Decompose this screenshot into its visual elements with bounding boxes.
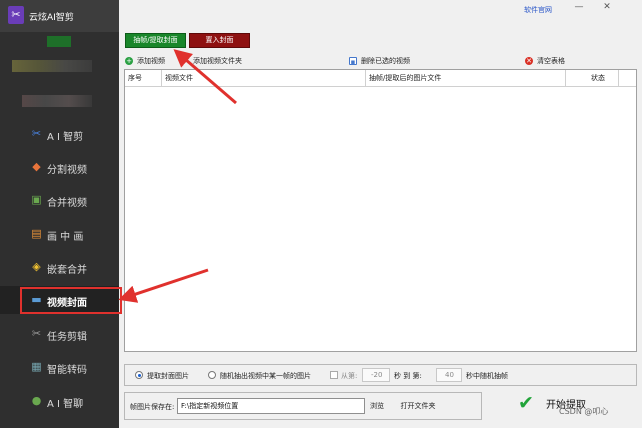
clear-table-label: 清空表格 [537,57,565,65]
add-video-button[interactable]: + 添加视频 [125,55,165,67]
open-folder-button[interactable]: 打开文件夹 [393,398,443,414]
column-header-output-file[interactable]: 抽帧/提取后的图片文件 [365,70,565,87]
save-path-label: 帧图片保存在: [130,403,175,411]
sidebar-item-label: 合并视频 [47,198,87,209]
app-title-bar: ✂ 云炫AI智剪 [0,0,119,32]
app-logo-icon: ✂ [8,6,24,24]
random-seconds-label: 秒中随机抽帧 [466,372,508,380]
checkmark-icon: ✔ [518,392,534,414]
task-edit-icon: ✂ [31,327,42,340]
sidebar-item-smart-transcode[interactable]: ▦ 智能转码 [0,353,119,381]
save-path-panel: 帧图片保存在: F:\指定新视频位置 浏览 打开文件夹 [124,392,482,420]
column-header-blank [618,70,636,87]
extract-cover-button[interactable]: 抽帧/提取封面 [125,33,186,48]
delete-icon: ▪ [349,57,357,66]
extract-cover-radio[interactable] [135,371,143,379]
import-cover-button[interactable]: 置入封面 [189,33,250,48]
split-video-icon: ◆ [32,160,41,173]
browse-button[interactable]: 浏览 [367,398,387,414]
sidebar-item-label: 任务剪辑 [47,332,87,343]
sidebar-item-nested-merge[interactable]: ◈ 嵌套合并 [0,253,119,281]
merge-video-icon: ▣ [31,193,42,206]
delete-selected-label: 删除已选的视频 [361,57,410,65]
clear-icon: ✕ [525,57,533,65]
ai-scissors-icon: ✂ [31,127,42,140]
extract-cover-label: 提取封面图片 [147,372,189,380]
sidebar-item-merge-video[interactable]: ▣ 合并视频 [0,186,119,214]
column-header-status[interactable]: 状态 [565,70,618,87]
random-frame-radio[interactable] [208,371,216,379]
watermark: CSDN @叩心 [559,407,609,416]
smart-transcode-icon: ▦ [31,360,42,373]
minimize-icon[interactable]: — [574,2,584,12]
sidebar-item-split-video[interactable]: ◆ 分割视频 [0,153,119,181]
close-icon[interactable]: ✕ [602,2,612,12]
save-path-input[interactable]: F:\指定新视频位置 [177,398,365,414]
column-header-video-file[interactable]: 视频文件 [161,70,365,87]
sidebar-item-picture-in-picture[interactable]: ▤ 画 中 画 [0,220,119,248]
annotation-highlight-box [20,287,122,314]
app-name: 云炫AI智剪 [29,13,74,23]
clear-table-button[interactable]: ✕ 清空表格 [525,55,565,67]
column-header-index[interactable]: 序号 [125,70,161,87]
from-seconds-input[interactable]: -20 [362,368,390,382]
ai-chat-icon: ● [31,394,42,407]
sidebar-item-label: A I 智聊 [47,399,84,410]
random-frame-label: 随机抽出视频中某一帧的图片 [220,372,311,380]
to-seconds-input[interactable]: 40 [436,368,462,382]
sidebar: ✂ 云炫AI智剪 ✂ A I 智剪 ◆ 分割视频 ▣ 合并视频 ▤ 画 中 画 … [0,0,119,428]
nested-merge-icon: ◈ [32,260,41,273]
add-folder-label: 添加视频文件夹 [193,57,242,65]
delete-selected-button[interactable]: ▪ 删除已选的视频 [349,55,410,67]
seconds-to-label: 秒 到 第: [394,372,422,380]
sidebar-item-label: A I 智剪 [47,132,84,143]
blurred-region [12,60,92,72]
sidebar-item-task-edit[interactable]: ✂ 任务剪辑 [0,320,119,348]
blurred-region [22,95,92,107]
official-site-link[interactable]: 软件官网 [524,5,552,15]
sidebar-item-label: 嵌套合并 [47,265,87,276]
from-label: 从第: [341,372,358,380]
sidebar-item-ai-chat[interactable]: ● A I 智聊 [0,387,119,415]
sidebar-item-ai-edit[interactable]: ✂ A I 智剪 [0,120,119,148]
from-checkbox[interactable] [330,371,338,379]
video-table[interactable]: 序号 视频文件 抽帧/提取后的图片文件 状态 [124,69,637,352]
extract-options: 提取封面图片 随机抽出视频中某一帧的图片 从第: -20 秒 到 第: 40 秒… [124,364,637,386]
blurred-region [47,36,71,47]
picture-in-picture-icon: ▤ [31,227,42,240]
sidebar-item-label: 智能转码 [47,365,87,376]
sidebar-item-label: 分割视频 [47,165,87,176]
add-folder-button[interactable]: 添加视频文件夹 [193,55,242,67]
plus-icon: + [125,57,133,65]
add-video-label: 添加视频 [137,57,165,65]
sidebar-item-label: 画 中 画 [47,232,84,243]
